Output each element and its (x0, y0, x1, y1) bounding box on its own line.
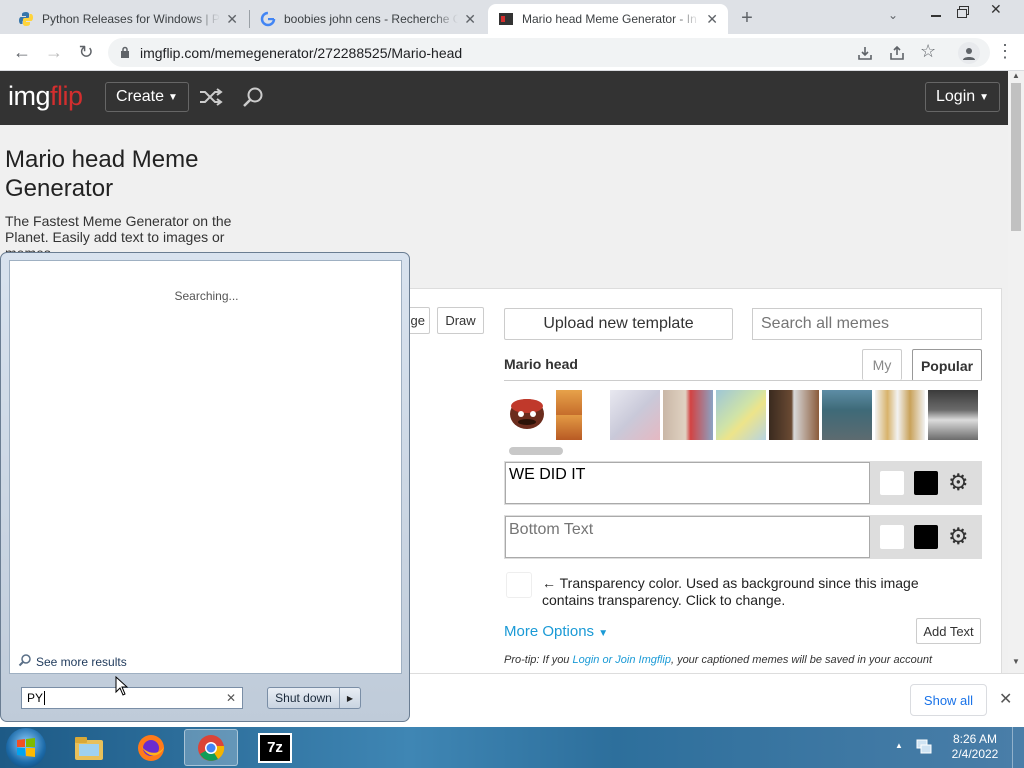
site-header: imgflip Create ▼ Login ▼ (0, 71, 1008, 125)
lock-icon (120, 45, 130, 61)
transparency-note: ← Transparency color. Used as background… (542, 575, 919, 608)
mouse-cursor-icon (115, 675, 129, 701)
browser-tab-imgflip[interactable]: Mario head Meme Generator - In ✕ (488, 4, 728, 34)
page-scrollbar[interactable]: ▲ ▼ (1008, 71, 1024, 673)
gear-icon[interactable]: ⚙ (948, 524, 969, 548)
template-thumb-change-my-mind[interactable] (716, 390, 766, 440)
show-desktop-button[interactable] (1012, 727, 1024, 768)
bookmark-star-icon[interactable]: ☆ (920, 41, 936, 62)
tab-popular[interactable]: Popular (912, 349, 982, 381)
python-icon (18, 11, 34, 27)
more-options-link[interactable]: More Options ▼ (504, 623, 608, 640)
minimize-icon[interactable] (928, 4, 944, 20)
browser-tab-strip: Python Releases for Windows | P ✕ boobie… (0, 0, 1024, 34)
restore-icon[interactable] (955, 4, 971, 20)
start-search-input[interactable]: PY ✕ (21, 687, 243, 709)
template-thumb-doge[interactable] (875, 390, 925, 440)
share-icon[interactable] (888, 44, 906, 67)
tab-title: Python Releases for Windows | P (42, 12, 220, 26)
close-bar-icon[interactable]: ✕ (999, 689, 1012, 709)
network-icon[interactable] (915, 737, 933, 760)
add-text-button[interactable]: Add Text (916, 618, 981, 644)
tab-my[interactable]: My (862, 349, 902, 380)
browser-menu-icon[interactable]: ⋮ (996, 42, 1014, 60)
show-all-button[interactable]: Show all (910, 684, 987, 716)
windows-taskbar: 7z ▲ 8:26 AM 2/4/2022 (0, 727, 1024, 768)
upload-template-button[interactable]: Upload new template (504, 308, 733, 340)
close-icon[interactable]: ✕ (464, 11, 476, 28)
create-menu-button[interactable]: Create ▼ (105, 82, 189, 112)
start-menu-results-pane: Searching... See more results (9, 260, 402, 674)
template-thumb-mario-head[interactable] (506, 390, 548, 440)
profile-avatar-icon[interactable] (958, 42, 980, 64)
show-hidden-icons-arrow-icon[interactable]: ▲ (895, 741, 903, 750)
start-menu: Searching... See more results PY ✕ Shut … (0, 252, 410, 722)
search-memes-input[interactable] (752, 308, 982, 340)
shutdown-options-arrow-icon[interactable]: ▶ (339, 688, 360, 708)
see-more-results-link[interactable]: See more results (18, 653, 127, 670)
page-title: Mario head Meme Generator (5, 146, 199, 202)
system-clock[interactable]: 8:26 AM 2/4/2022 (945, 732, 1005, 762)
reload-icon[interactable]: ↻ (74, 40, 98, 64)
browser-toolbar: ← → ↻ imgflip.com/memegenerator/27228852… (0, 34, 1024, 71)
login-join-link[interactable]: Login or Join Imgflip (573, 654, 671, 666)
url-text: imgflip.com/memegenerator/272288525/Mari… (140, 44, 463, 61)
shutdown-button[interactable]: Shut down ▶ (267, 687, 361, 709)
close-icon[interactable]: ✕ (226, 11, 238, 28)
7zip-icon[interactable]: 7z (248, 729, 302, 766)
imgflip-icon (498, 11, 514, 27)
explorer-icon[interactable] (62, 729, 116, 766)
searching-status: Searching... (174, 289, 239, 303)
gear-icon[interactable]: ⚙ (948, 470, 969, 494)
tabs-underline (504, 380, 982, 381)
tab-title: Mario head Meme Generator - In (522, 12, 697, 26)
template-thumb-buttons[interactable] (610, 390, 660, 440)
caret-down-icon: ▼ (979, 91, 990, 103)
scroll-down-arrow-icon[interactable]: ▼ (1012, 657, 1020, 666)
draw-button[interactable]: Draw (437, 307, 484, 334)
magnifier-icon (18, 653, 32, 670)
text-color-black-swatch[interactable] (914, 525, 938, 549)
clear-search-icon[interactable]: ✕ (226, 691, 236, 705)
start-button-windows-icon[interactable] (6, 728, 46, 768)
scroll-up-arrow-icon[interactable]: ▲ (1012, 71, 1020, 80)
firefox-icon[interactable] (124, 729, 178, 766)
shuffle-icon[interactable] (198, 86, 224, 113)
chrome-icon[interactable] (184, 729, 238, 766)
template-thumb-gru[interactable] (928, 390, 978, 440)
bottom-text-input[interactable] (505, 516, 870, 558)
template-thumb-distracted[interactable] (663, 390, 713, 440)
caret-down-icon: ▼ (598, 628, 609, 639)
search-icon[interactable] (241, 85, 265, 114)
template-thumb-uno[interactable] (769, 390, 819, 440)
browser-tab-python[interactable]: Python Releases for Windows | P ✕ (8, 4, 248, 34)
thumbnail-scrollbar[interactable] (509, 447, 563, 455)
template-name: Mario head (504, 356, 578, 372)
top-text-input[interactable]: WE DID IT (505, 462, 870, 504)
login-menu-button[interactable]: Login ▼ (925, 82, 1001, 112)
back-arrow-icon[interactable]: ← (10, 40, 34, 64)
transparency-color-swatch[interactable] (506, 572, 532, 598)
new-tab-plus-icon[interactable]: + (734, 5, 760, 31)
install-icon[interactable] (856, 44, 874, 67)
tab-search-chevron-icon[interactable]: ⌄ (888, 8, 898, 22)
tab-title: boobies john cens - Recherche G (284, 12, 459, 26)
outline-color-white-swatch[interactable] (880, 525, 904, 549)
caret-down-icon: ▼ (168, 91, 178, 103)
scrollbar-thumb[interactable] (1011, 83, 1021, 231)
forward-arrow-icon[interactable]: → (42, 40, 66, 64)
template-thumb-highway[interactable] (822, 390, 872, 440)
outline-color-white-swatch[interactable] (880, 471, 904, 495)
text-color-black-swatch[interactable] (914, 471, 938, 495)
protip-text: Pro-tip: If you Login or Join Imgflip, y… (504, 654, 933, 666)
imgflip-logo[interactable]: imgflip (8, 81, 83, 112)
close-icon[interactable]: ✕ (706, 11, 718, 28)
window-close-icon[interactable]: ✕ (990, 1, 1002, 18)
template-thumb-drake[interactable] (556, 390, 582, 440)
browser-tab-google[interactable]: boobies john cens - Recherche G ✕ (250, 4, 486, 34)
google-icon (260, 11, 276, 27)
